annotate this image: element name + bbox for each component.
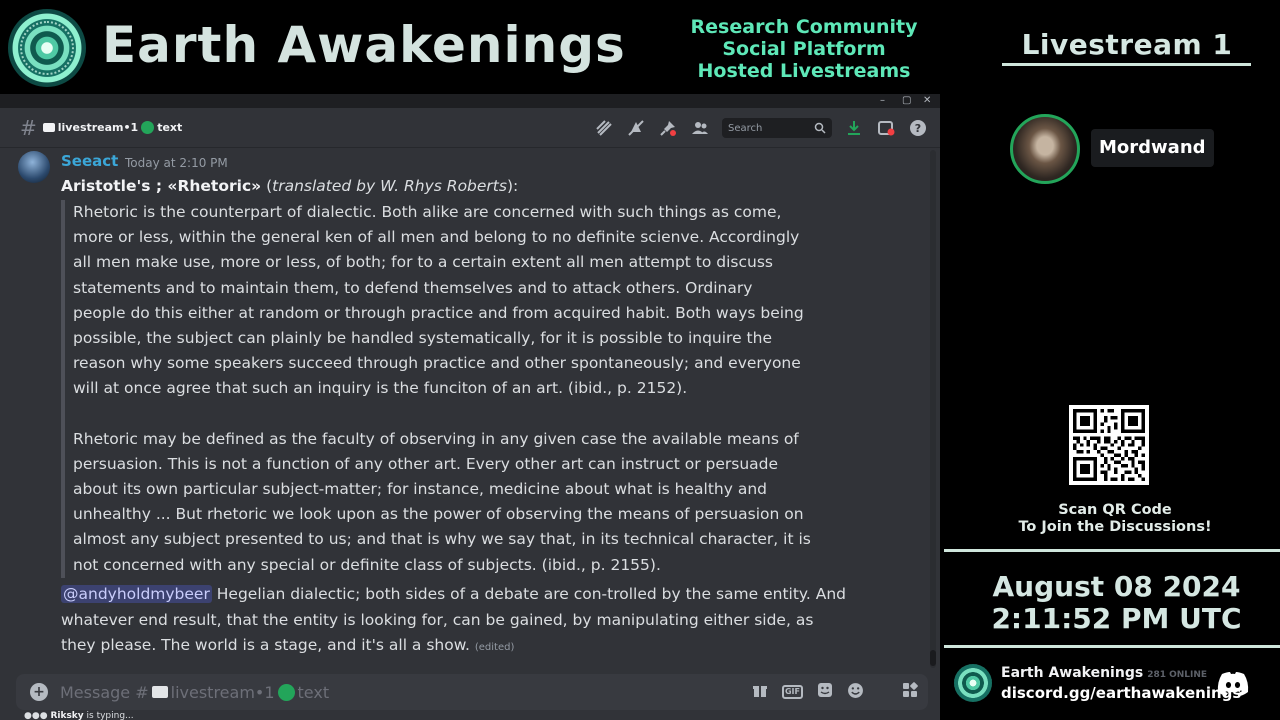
divider	[944, 645, 1280, 648]
composer-placeholder-channel: livestream•1	[170, 682, 275, 702]
discord-window: – ▢ ✕ # livestream•1 text Search ? Seeac…	[0, 94, 940, 720]
tagline-line: Hosted Livestreams	[697, 60, 911, 82]
gif-icon[interactable]: GIF	[781, 685, 803, 699]
threads-icon[interactable]	[594, 118, 614, 138]
hash-icon: #	[20, 115, 37, 140]
message-reply: @andyholdmybeer Hegelian dialectic; both…	[61, 582, 851, 661]
stream-datetime: August 08 2024 2:11:52 PM UTC	[944, 571, 1280, 635]
minimize-button[interactable]: –	[880, 94, 885, 108]
mandala-logo-icon	[8, 9, 86, 87]
message-author[interactable]: Seeact	[61, 152, 118, 170]
lead-bold: Aristotle's ; «Rhetoric»	[61, 177, 262, 195]
svg-text:?: ?	[915, 122, 921, 135]
typing-text: is typing...	[83, 711, 134, 720]
server-logo-icon	[954, 664, 992, 702]
download-icon[interactable]	[844, 118, 864, 138]
composer-placeholder-suffix: text	[297, 682, 330, 702]
typing-indicator: ●●● Riksky is typing...	[24, 711, 134, 720]
channel-name[interactable]: livestream•1 text	[42, 121, 183, 134]
channel-name-suffix: text	[157, 121, 183, 134]
emoji-icon[interactable]	[847, 682, 864, 703]
search-input[interactable]: Search	[722, 118, 832, 138]
discord-logo-icon	[1217, 672, 1249, 696]
avatar[interactable]	[18, 151, 50, 183]
typing-dots-icon: ●●●	[24, 711, 48, 720]
speaker-name: Mordwand	[1091, 129, 1214, 167]
message-input[interactable]: Message # livestream•1 text	[60, 683, 329, 702]
online-count: 281 ONLINE	[1147, 670, 1208, 680]
message-lead: Aristotle's ; «Rhetoric» (translated by …	[61, 177, 519, 195]
member-list-icon[interactable]	[690, 118, 710, 138]
pin-icon[interactable]	[658, 118, 678, 138]
message-composer[interactable]: + Message # livestream•1 text GIF	[16, 674, 928, 710]
gift-icon[interactable]	[752, 682, 768, 702]
tagline-line: Social Platform	[722, 38, 886, 60]
divider	[1002, 63, 1251, 66]
add-attachment-button[interactable]: +	[30, 683, 48, 701]
title-bar: – ▢ ✕	[0, 94, 940, 108]
edited-label: (edited)	[474, 642, 515, 653]
qr-caption-line: To Join the Discussions!	[1018, 519, 1212, 535]
header-toolbar: Search ?	[594, 108, 940, 148]
scrollbar-thumb[interactable]	[930, 650, 936, 666]
sticker-icon[interactable]	[817, 682, 833, 702]
stream-time: 2:11:52 PM UTC	[991, 602, 1242, 635]
discord-server-widget: Earth Awakenings 281 ONLINE discord.gg/ea…	[950, 664, 1280, 704]
banner: Earth Awakenings Research Community Soci…	[0, 0, 940, 94]
block-quote: Rhetoric is the counterpart of dialectic…	[61, 200, 821, 578]
scrollbar-track[interactable]	[930, 150, 936, 668]
typing-user: Riksky	[50, 711, 84, 720]
qr-caption: Scan QR Code To Join the Discussions!	[1000, 502, 1230, 536]
search-placeholder: Search	[728, 122, 763, 134]
mute-bell-icon[interactable]	[626, 118, 646, 138]
qr-caption-line: Scan QR Code	[1058, 502, 1172, 518]
green-circle-icon	[141, 121, 155, 134]
tagline: Research Community Social Platform Hoste…	[672, 16, 936, 82]
speech-bubble-icon	[151, 686, 168, 698]
qr-code-icon	[1069, 405, 1149, 485]
help-icon[interactable]: ?	[908, 118, 928, 138]
speech-bubble-icon	[42, 123, 55, 132]
composer-toolbar: GIF	[752, 674, 918, 710]
message-list: Seeact Today at 2:10 PM Aristotle's ; «R…	[0, 149, 932, 669]
maximize-button[interactable]: ▢	[902, 94, 911, 108]
livestream-title: Livestream 1	[1021, 28, 1233, 61]
inbox-icon[interactable]	[876, 118, 896, 138]
speaker-avatar	[1010, 114, 1080, 184]
server-name-text: Earth Awakenings	[1001, 665, 1144, 681]
divider	[944, 549, 1280, 552]
user-mention[interactable]: @andyholdmybeer	[61, 585, 212, 603]
channel-name-prefix: livestream•1	[57, 121, 139, 134]
lead-italic: translated by W. Rhys Roberts	[272, 177, 507, 195]
apps-icon[interactable]	[902, 682, 918, 702]
channel-header: # livestream•1 text Search ?	[0, 108, 940, 148]
stream-date: August 08 2024	[992, 570, 1241, 603]
quote-paragraph: Rhetoric may be defined as the faculty o…	[73, 429, 811, 574]
lead-end: ):	[506, 177, 519, 195]
server-name: Earth Awakenings 281 ONLINE	[1001, 665, 1207, 681]
brand-title: Earth Awakenings	[102, 16, 626, 74]
green-circle-icon	[277, 683, 295, 701]
tagline-line: Research Community	[690, 16, 918, 38]
quote-paragraph: Rhetoric is the counterpart of dialectic…	[73, 203, 804, 398]
close-button[interactable]: ✕	[923, 94, 931, 108]
search-icon	[814, 122, 826, 134]
message-timestamp: Today at 2:10 PM	[125, 156, 228, 170]
invite-link: discord.gg/earthawakenings	[1001, 684, 1242, 702]
composer-placeholder-prefix: Message #	[60, 682, 149, 702]
